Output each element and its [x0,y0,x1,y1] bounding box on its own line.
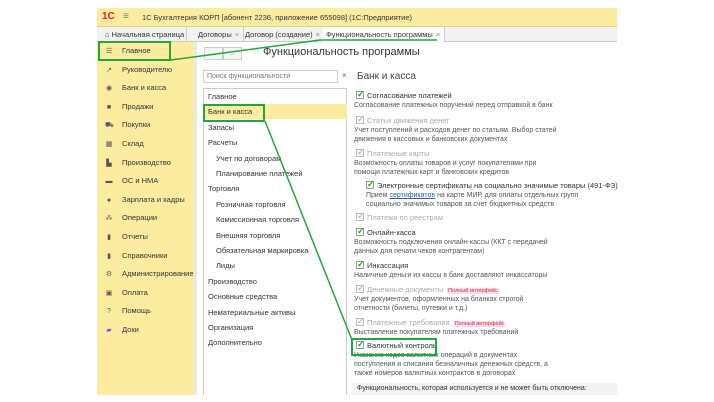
arrow-line-tab [170,39,321,61]
highlight-arrows [170,39,437,341]
arrow-line-option [264,120,353,341]
